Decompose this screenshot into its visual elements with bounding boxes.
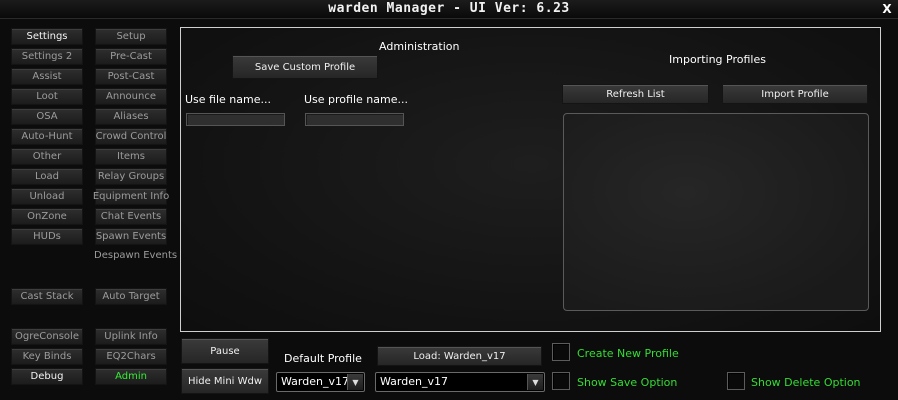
refresh-list-button[interactable]: Refresh List: [562, 84, 709, 104]
profile-select-value: Warden_v17: [380, 375, 448, 388]
nav-pre-cast[interactable]: Pre-Cast: [95, 48, 167, 65]
nav-aliases[interactable]: Aliases: [95, 108, 167, 125]
window-title: warden Manager - UI Ver: 6.23: [328, 1, 570, 16]
nav-equipment-info[interactable]: Equipment Info: [93, 188, 169, 205]
nav-eq2chars[interactable]: EQ2Chars: [95, 348, 167, 365]
nav-onzone[interactable]: OnZone: [11, 208, 83, 225]
nav-assist[interactable]: Assist: [11, 68, 83, 85]
create-new-profile-label: Create New Profile: [577, 347, 679, 360]
hide-mini-wdw-button[interactable]: Hide Mini Wdw: [181, 368, 269, 394]
nav-uplink-info[interactable]: Uplink Info: [95, 328, 167, 345]
nav-unload[interactable]: Unload: [11, 188, 83, 205]
nav-setup[interactable]: Setup: [95, 28, 167, 45]
default-profile-label: Default Profile: [284, 352, 362, 365]
nav-chat-events[interactable]: Chat Events: [95, 208, 167, 225]
nav-settings-2[interactable]: Settings 2: [11, 48, 83, 65]
title-bar[interactable]: warden Manager - UI Ver: 6.23 X: [0, 0, 898, 19]
nav-other[interactable]: Other: [11, 148, 83, 165]
create-new-profile-checkbox[interactable]: [552, 343, 570, 361]
importing-profiles-heading: Importing Profiles: [669, 53, 766, 66]
close-button[interactable]: X: [880, 1, 894, 17]
nav-cast-stack[interactable]: Cast Stack: [11, 288, 83, 305]
import-profile-list[interactable]: [563, 113, 869, 311]
nav-auto-target[interactable]: Auto Target: [95, 288, 167, 305]
nav-post-cast[interactable]: Post-Cast: [95, 68, 167, 85]
nav-loot[interactable]: Loot: [11, 88, 83, 105]
profile-name-input[interactable]: [305, 113, 404, 126]
administration-heading: Administration: [379, 40, 460, 53]
nav-spawn-events[interactable]: Spawn Events: [95, 228, 167, 245]
save-custom-profile-button[interactable]: Save Custom Profile: [232, 55, 378, 79]
nav-auto-hunt[interactable]: Auto-Hunt: [11, 128, 83, 145]
nav-items[interactable]: Items: [95, 148, 167, 165]
default-profile-value: Warden_v17: [281, 375, 349, 388]
import-profile-button[interactable]: Import Profile: [722, 84, 868, 104]
show-save-option-checkbox[interactable]: [552, 372, 570, 390]
show-save-option-label: Show Save Option: [577, 376, 678, 389]
nav-osa[interactable]: OSA: [11, 108, 83, 125]
nav-debug[interactable]: Debug: [11, 368, 83, 385]
chevron-down-icon[interactable]: ▼: [347, 374, 363, 390]
nav-admin[interactable]: Admin: [95, 368, 167, 385]
admin-panel: Administration Save Custom Profile Use f…: [180, 27, 881, 332]
show-delete-option-checkbox[interactable]: [727, 372, 745, 390]
chevron-down-icon[interactable]: ▼: [527, 374, 543, 390]
nav-huds[interactable]: HUDs: [11, 228, 83, 245]
pause-button[interactable]: Pause: [181, 338, 269, 364]
nav-ogre-console[interactable]: OgreConsole: [11, 328, 83, 345]
nav-relay-groups[interactable]: Relay Groups: [95, 168, 167, 185]
nav-key-binds[interactable]: Key Binds: [11, 348, 83, 365]
nav-crowd-control[interactable]: Crowd Control: [95, 128, 167, 145]
file-name-input[interactable]: [186, 113, 285, 126]
use-file-name-label: Use file name...: [185, 93, 271, 106]
show-delete-option-label: Show Delete Option: [751, 376, 861, 389]
nav-settings[interactable]: Settings: [11, 28, 83, 45]
nav-load[interactable]: Load: [11, 168, 83, 185]
use-profile-name-label: Use profile name...: [304, 93, 408, 106]
load-profile-button[interactable]: Load: Warden_v17: [377, 346, 542, 366]
nav-announce[interactable]: Announce: [95, 88, 167, 105]
nav-despawn-events[interactable]: Despawn Events: [94, 250, 177, 261]
default-profile-select[interactable]: Warden_v17 ▼: [276, 372, 365, 392]
profile-select[interactable]: Warden_v17 ▼: [375, 372, 545, 392]
